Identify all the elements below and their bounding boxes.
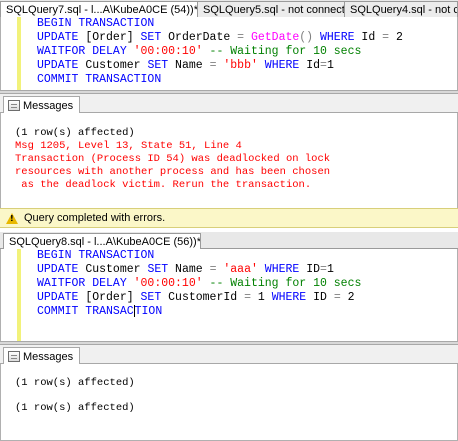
messages-icon xyxy=(8,100,20,111)
code-line[interactable]: COMMIT TRANSACTION xyxy=(37,305,162,319)
code-token: 1 xyxy=(326,59,334,72)
code-token: 2 xyxy=(395,31,403,44)
message-line: (1 row(s) affected) xyxy=(15,377,135,389)
code-token: = xyxy=(320,59,327,72)
code-token: () xyxy=(299,31,320,44)
code-token: UPDATE xyxy=(37,31,86,44)
code-token: ID xyxy=(313,291,334,304)
code-token: OrderDate xyxy=(168,31,238,44)
code-token: '00:00:10' xyxy=(133,277,210,290)
code-token: -- Waiting for 10 secs xyxy=(209,45,362,58)
code-token: SET xyxy=(140,291,169,304)
error-line: as the deadlock victim. Rerun the transa… xyxy=(15,179,312,191)
code-token: UPDATE xyxy=(37,263,86,276)
code-token: WHERE xyxy=(264,263,307,276)
code-token: GetDate xyxy=(250,31,300,44)
messages-tab-2[interactable]: Messages xyxy=(3,347,81,364)
document-tabstrip: SQLQuery7.sql - l...A\KubeA0CE (54))* SQ… xyxy=(0,0,458,18)
code-token: Customer xyxy=(85,263,148,276)
code-token: = xyxy=(333,291,348,304)
code-token: WHERE xyxy=(271,291,314,304)
code-token: UPDATE xyxy=(37,59,86,72)
code-token: = xyxy=(209,59,224,72)
query-editor-1[interactable]: BEGIN TRANSACTION UPDATE [Order] SET Orde… xyxy=(0,17,458,90)
code-token: 'bbb' xyxy=(223,59,265,72)
code-line[interactable]: BEGIN TRANSACTION xyxy=(37,249,154,263)
results-tabstrip-1: Messages xyxy=(0,94,458,113)
messages-icon xyxy=(8,351,20,362)
warning-icon xyxy=(6,212,18,224)
query-status-bar: Query completed with errors. xyxy=(0,208,458,228)
code-token: 1 xyxy=(326,263,334,276)
code-line[interactable]: UPDATE [Order] SET CustomerId = 1 WHERE … xyxy=(37,291,355,305)
error-line: resources with another process and has b… xyxy=(15,166,331,178)
code-token: = xyxy=(382,31,396,44)
status-text: Query completed with errors. xyxy=(24,212,166,224)
code-token: BEGIN TRANSACTION xyxy=(37,17,155,30)
code-token: Customer xyxy=(85,59,148,72)
code-line[interactable]: WAITFOR DELAY '00:00:10' -- Waiting for … xyxy=(37,45,361,59)
code-line[interactable]: BEGIN TRANSACTION xyxy=(37,17,154,31)
change-margin xyxy=(17,249,21,341)
code-token: WAITFOR DELAY xyxy=(37,45,134,58)
code-token: = xyxy=(209,263,224,276)
code-token: ID xyxy=(306,263,321,276)
messages-pane-1[interactable]: (1 row(s) affected) Msg 1205, Level 13, … xyxy=(0,113,458,208)
code-token: COMMIT TRANSACTION xyxy=(37,73,162,86)
messages-tab-1[interactable]: Messages xyxy=(3,96,81,113)
tab-sqlquery4[interactable]: SQLQuery4.sql - not conne xyxy=(344,1,458,17)
tab-sqlquery8[interactable]: SQLQuery8.sql - l...A\KubeA0CE (56))* xyxy=(3,233,201,250)
code-token: Id xyxy=(306,59,321,72)
code-token: '00:00:10' xyxy=(133,45,210,58)
code-token: 1 xyxy=(257,291,272,304)
change-margin xyxy=(17,17,21,90)
code-token: = xyxy=(244,291,258,304)
code-token: = xyxy=(237,31,251,44)
code-line[interactable]: UPDATE [Order] SET OrderDate = GetDate()… xyxy=(37,31,403,45)
code-token: WHERE xyxy=(264,59,307,72)
code-token: Name xyxy=(175,59,210,72)
code-token: SET xyxy=(147,263,176,276)
message-line: (1 row(s) affected) xyxy=(15,402,135,414)
code-line[interactable]: UPDATE Customer SET Name = 'aaa' WHERE I… xyxy=(37,263,334,277)
code-token: WHERE xyxy=(320,31,362,44)
code-line[interactable]: COMMIT TRANSACTION xyxy=(37,73,161,87)
code-token: SET xyxy=(147,59,176,72)
code-token: UPDATE xyxy=(37,291,86,304)
message-line: (1 row(s) affected) xyxy=(15,127,135,139)
code-line[interactable]: UPDATE Customer SET Name = 'bbb' WHERE I… xyxy=(37,59,334,73)
code-token: Id xyxy=(361,31,383,44)
code-token: = xyxy=(320,263,327,276)
code-token: 'aaa' xyxy=(223,263,265,276)
tab-sqlquery7[interactable]: SQLQuery7.sql - l...A\KubeA0CE (54))* xyxy=(0,1,198,18)
code-token: SET xyxy=(140,31,169,44)
results-tabstrip-2: Messages xyxy=(0,345,458,364)
code-token: 2 xyxy=(347,291,355,304)
messages-tab-label: Messages xyxy=(23,99,74,112)
code-token: -- Waiting for 10 secs xyxy=(209,277,362,290)
query-editor-2[interactable]: BEGIN TRANSACTION UPDATE Customer SET Nam… xyxy=(0,249,458,341)
tab-sqlquery5[interactable]: SQLQuery5.sql - not connected xyxy=(197,1,345,17)
document-tabstrip-2: SQLQuery8.sql - l...A\KubeA0CE (56))* xyxy=(0,232,458,250)
error-line: Msg 1205, Level 13, State 51, Line 4 xyxy=(15,140,242,152)
code-token: COMMIT TRANSAC xyxy=(37,305,134,319)
code-token: WAITFOR DELAY xyxy=(37,277,134,290)
code-token: [Order] xyxy=(85,291,141,304)
code-line[interactable]: WAITFOR DELAY '00:00:10' -- Waiting for … xyxy=(37,277,361,291)
code-token: Name xyxy=(175,263,210,276)
code-token: TION xyxy=(134,305,163,319)
error-line: Transaction (Process ID 54) was deadlock… xyxy=(15,153,331,165)
code-token: BEGIN TRANSACTION xyxy=(37,249,155,262)
code-token: CustomerId xyxy=(168,291,245,304)
code-token: [Order] xyxy=(85,31,141,44)
messages-pane-2[interactable]: (1 row(s) affected) (1 row(s) affected) xyxy=(0,364,458,441)
messages-tab-label: Messages xyxy=(23,350,74,363)
